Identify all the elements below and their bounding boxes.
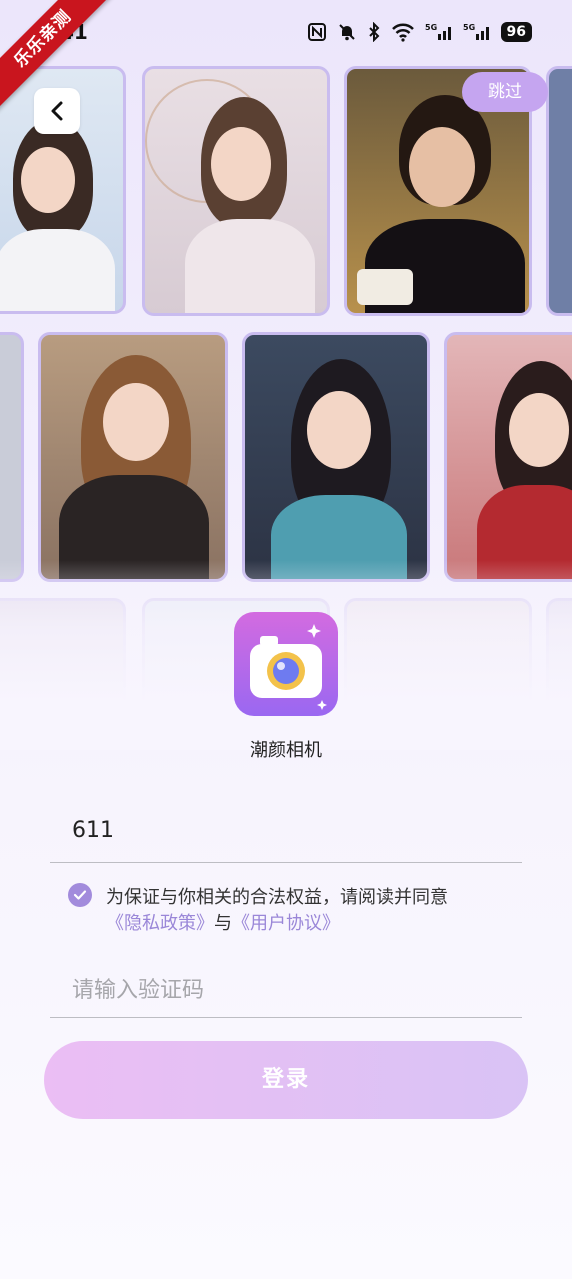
svg-text:5G: 5G <box>425 23 437 32</box>
portrait-card <box>0 332 24 582</box>
portrait-card <box>142 66 330 316</box>
phone-field[interactable]: 611 <box>72 818 114 843</box>
divider <box>50 1017 522 1018</box>
skip-button[interactable]: 跳过 <box>462 72 548 112</box>
battery-indicator: 96 <box>500 22 532 42</box>
mute-bell-icon <box>338 24 355 41</box>
app-logo <box>234 612 338 716</box>
privacy-policy-link[interactable]: 《隐私政策》 <box>106 913 214 934</box>
portrait-card <box>38 332 228 582</box>
svg-text:5G: 5G <box>463 23 475 32</box>
portrait-card <box>546 66 572 316</box>
user-agreement-link[interactable]: 《用户协议》 <box>232 913 340 934</box>
login-screen: 乐乐亲测 41 5G <box>0 0 572 1279</box>
verification-code-input[interactable] <box>72 974 512 1006</box>
portrait-card <box>444 332 572 582</box>
portrait-card <box>242 332 430 582</box>
divider <box>50 862 522 863</box>
agreement-links: 《隐私政策》与《用户协议》 <box>106 909 340 935</box>
app-name: 潮颜相机 <box>250 740 322 761</box>
watermark-ribbon: 乐乐亲测 <box>0 0 120 120</box>
signal-5g-icon: 5G <box>425 23 451 40</box>
bluetooth-icon <box>368 22 379 42</box>
agreement-text: 为保证与你相关的合法权益，请阅读并同意 <box>106 887 448 908</box>
status-icons: 5G 5G 96 <box>307 22 532 42</box>
nfc-icon <box>307 23 326 41</box>
agreement-checkbox[interactable] <box>68 883 92 907</box>
watermark-text: 乐乐亲测 <box>0 0 116 112</box>
camera-icon <box>250 624 327 710</box>
check-icon <box>73 890 87 900</box>
agreement-conjunction: 与 <box>214 913 232 934</box>
wifi-icon <box>391 23 414 42</box>
login-button[interactable]: 登录 <box>44 1041 528 1119</box>
signal-5g-icon: 5G <box>463 23 489 40</box>
